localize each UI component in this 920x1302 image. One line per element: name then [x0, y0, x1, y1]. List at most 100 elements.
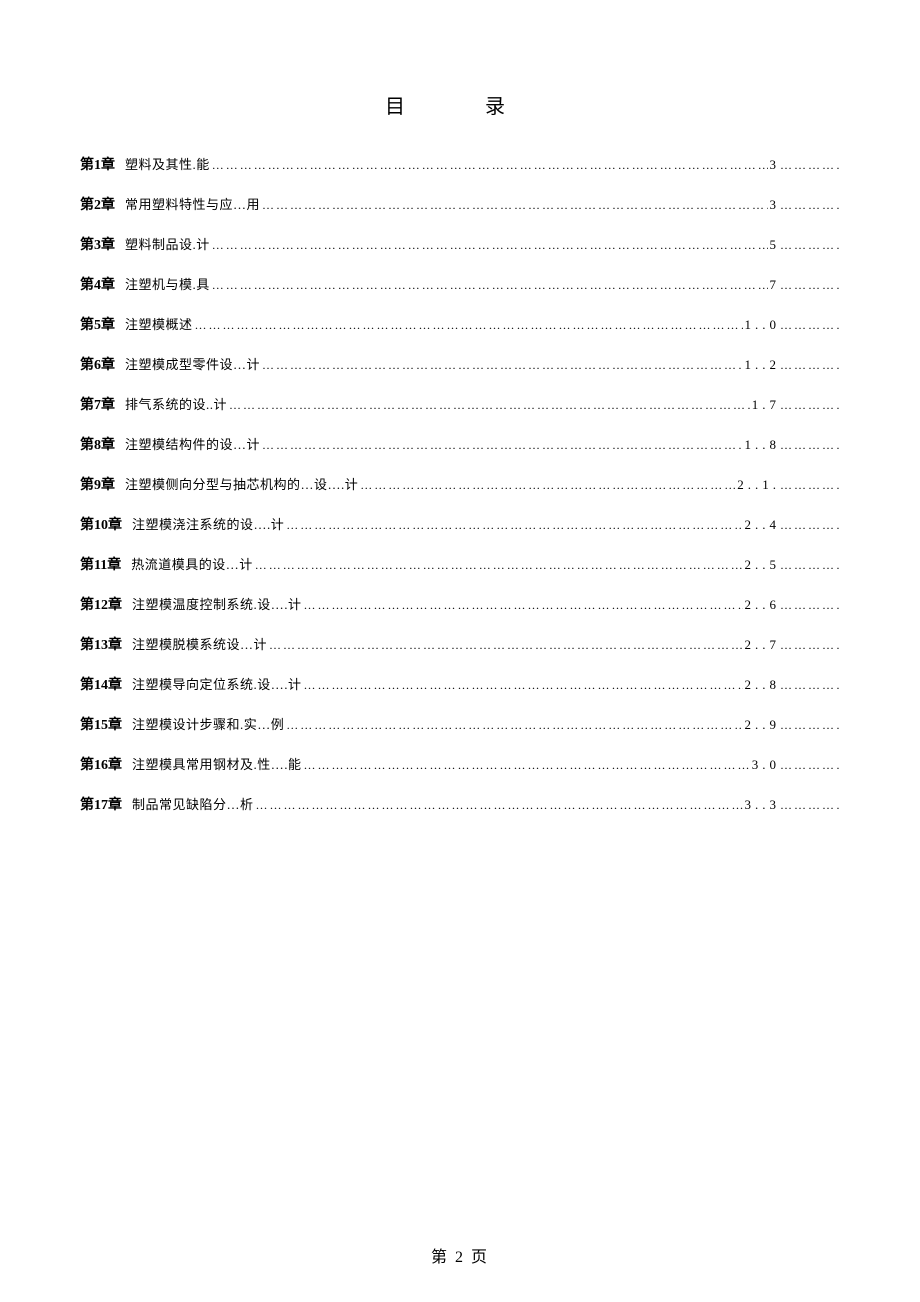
leader-dots: [302, 758, 750, 773]
toc-entry: 第1章塑料及其性.能 3: [80, 154, 840, 174]
trailing-dots: [780, 318, 840, 333]
trailing-dots: [780, 398, 840, 413]
chapter-topic: 塑料制品设.计: [125, 234, 210, 253]
leader-dots: [358, 478, 735, 493]
toc-entry: 第12章注塑模温度控制系统.设….计 2..6: [80, 594, 840, 614]
page-number: 3.0: [750, 757, 780, 773]
trailing-dots: [780, 478, 840, 493]
chapter-label: 第5章: [80, 314, 115, 334]
leader-dots: [254, 798, 743, 813]
toc-entry: 第11章热流道模具的设…计2..5: [80, 554, 840, 574]
chapter-label: 第3章: [80, 234, 115, 254]
chapter-topic: 注塑模侧向分型与抽芯机构的…设….计: [125, 474, 358, 493]
chapter-label: 第13章: [80, 634, 122, 654]
chapter-topic: 注塑模结构件的设…计: [125, 434, 260, 453]
page-number: 1..2: [743, 357, 781, 373]
toc-entry: 第6章注塑模成型零件设…计 1..2: [80, 354, 840, 374]
chapter-topic: 注塑模导向定位系统.设….计: [132, 674, 302, 693]
chapter-label: 第7章: [80, 394, 115, 414]
page-number: 1..8: [743, 437, 781, 453]
leader-dots: [253, 558, 743, 573]
chapter-topic: 排气系统的设..计: [125, 394, 227, 413]
chapter-label: 第9章: [80, 474, 115, 494]
toc-entry: 第4章注塑机与模.具 7: [80, 274, 840, 294]
leader-dots: [284, 718, 742, 733]
trailing-dots: [780, 798, 840, 813]
chapter-label: 第10章: [80, 514, 122, 534]
page-number: 2..5: [743, 557, 781, 573]
chapter-label: 第1章: [80, 154, 115, 174]
toc-entry: 第7章排气系统的设..计1.7: [80, 394, 840, 414]
chapter-label: 第17章: [80, 794, 122, 814]
toc-entry: 第3章塑料制品设.计 5: [80, 234, 840, 254]
leader-dots: [210, 278, 768, 293]
leader-dots: [284, 518, 742, 533]
chapter-label: 第4章: [80, 274, 115, 294]
toc-entry: 第15章注塑模设计步骤和.实…例2..9: [80, 714, 840, 734]
chapter-label: 第6章: [80, 354, 115, 374]
trailing-dots: [780, 158, 840, 173]
page-number: 2..9: [743, 717, 781, 733]
page-number: 2..6: [743, 597, 781, 613]
leader-dots: [193, 318, 743, 333]
chapter-topic: 注塑机与模.具: [125, 274, 210, 293]
leader-dots: [267, 638, 742, 653]
toc-entry: 第5章注塑模概述 1..0: [80, 314, 840, 334]
trailing-dots: [780, 758, 840, 773]
page-number: 7: [768, 277, 781, 293]
trailing-dots: [780, 198, 840, 213]
chapter-label: 第16章: [80, 754, 122, 774]
table-of-contents: 第1章塑料及其性.能3第2章常用塑料特性与应…用3第3章塑料制品设.计5第4章注…: [80, 154, 840, 814]
trailing-dots: [780, 718, 840, 733]
toc-entry: 第16章注塑模具常用钢材及.性….能 3.0: [80, 754, 840, 774]
toc-entry: 第9章注塑模侧向分型与抽芯机构的…设….计 2..1.: [80, 474, 840, 494]
trailing-dots: [780, 558, 840, 573]
toc-entry: 第10章注塑模浇注系统的设….计 2..4: [80, 514, 840, 534]
leader-dots: [260, 438, 742, 453]
trailing-dots: [780, 598, 840, 613]
trailing-dots: [780, 638, 840, 653]
chapter-topic: 注塑模成型零件设…计: [125, 354, 260, 373]
toc-entry: 第17章制品常见缺陷分…析 3..3: [80, 794, 840, 814]
chapter-label: 第14章: [80, 674, 122, 694]
chapter-topic: 塑料及其性.能: [125, 154, 210, 173]
leader-dots: [260, 358, 742, 373]
page-number: 2..1.: [735, 477, 780, 493]
chapter-label: 第8章: [80, 434, 115, 454]
trailing-dots: [780, 438, 840, 453]
page-number: 3: [768, 197, 781, 213]
chapter-label: 第11章: [80, 554, 121, 574]
trailing-dots: [780, 358, 840, 373]
trailing-dots: [780, 278, 840, 293]
leader-dots: [210, 158, 768, 173]
trailing-dots: [780, 678, 840, 693]
chapter-topic: 注塑模浇注系统的设….计: [132, 514, 284, 533]
chapter-topic: 制品常见缺陷分…析: [132, 794, 254, 813]
page-footer: 第 2 页: [0, 1243, 920, 1267]
chapter-topic: 注塑模温度控制系统.设….计: [132, 594, 302, 613]
chapter-label: 第15章: [80, 714, 122, 734]
leader-dots: [260, 198, 767, 213]
chapter-label: 第12章: [80, 594, 122, 614]
leader-dots: [302, 678, 743, 693]
leader-dots: [210, 238, 768, 253]
toc-entry: 第14章注塑模导向定位系统.设….计2..8: [80, 674, 840, 694]
toc-title: 目 录: [80, 90, 840, 119]
page-number: 5: [768, 237, 781, 253]
trailing-dots: [780, 518, 840, 533]
page-number: 1..0: [743, 317, 781, 333]
page-number: 2..7: [743, 637, 781, 653]
leader-dots: [227, 398, 750, 413]
toc-entry: 第13章注塑模脱模系统设…计 2..7: [80, 634, 840, 654]
leader-dots: [302, 598, 743, 613]
trailing-dots: [780, 238, 840, 253]
toc-entry: 第8章注塑模结构件的设…计 1..8: [80, 434, 840, 454]
page-number: 3..3: [743, 797, 781, 813]
chapter-topic: 注塑模脱模系统设…计: [132, 634, 267, 653]
chapter-topic: 注塑模具常用钢材及.性….能: [132, 754, 302, 773]
page-number: 3: [768, 157, 781, 173]
chapter-topic: 注塑模概述: [125, 314, 193, 333]
page-number: 2..4: [743, 517, 781, 533]
toc-entry: 第2章常用塑料特性与应…用3: [80, 194, 840, 214]
chapter-label: 第2章: [80, 194, 115, 214]
